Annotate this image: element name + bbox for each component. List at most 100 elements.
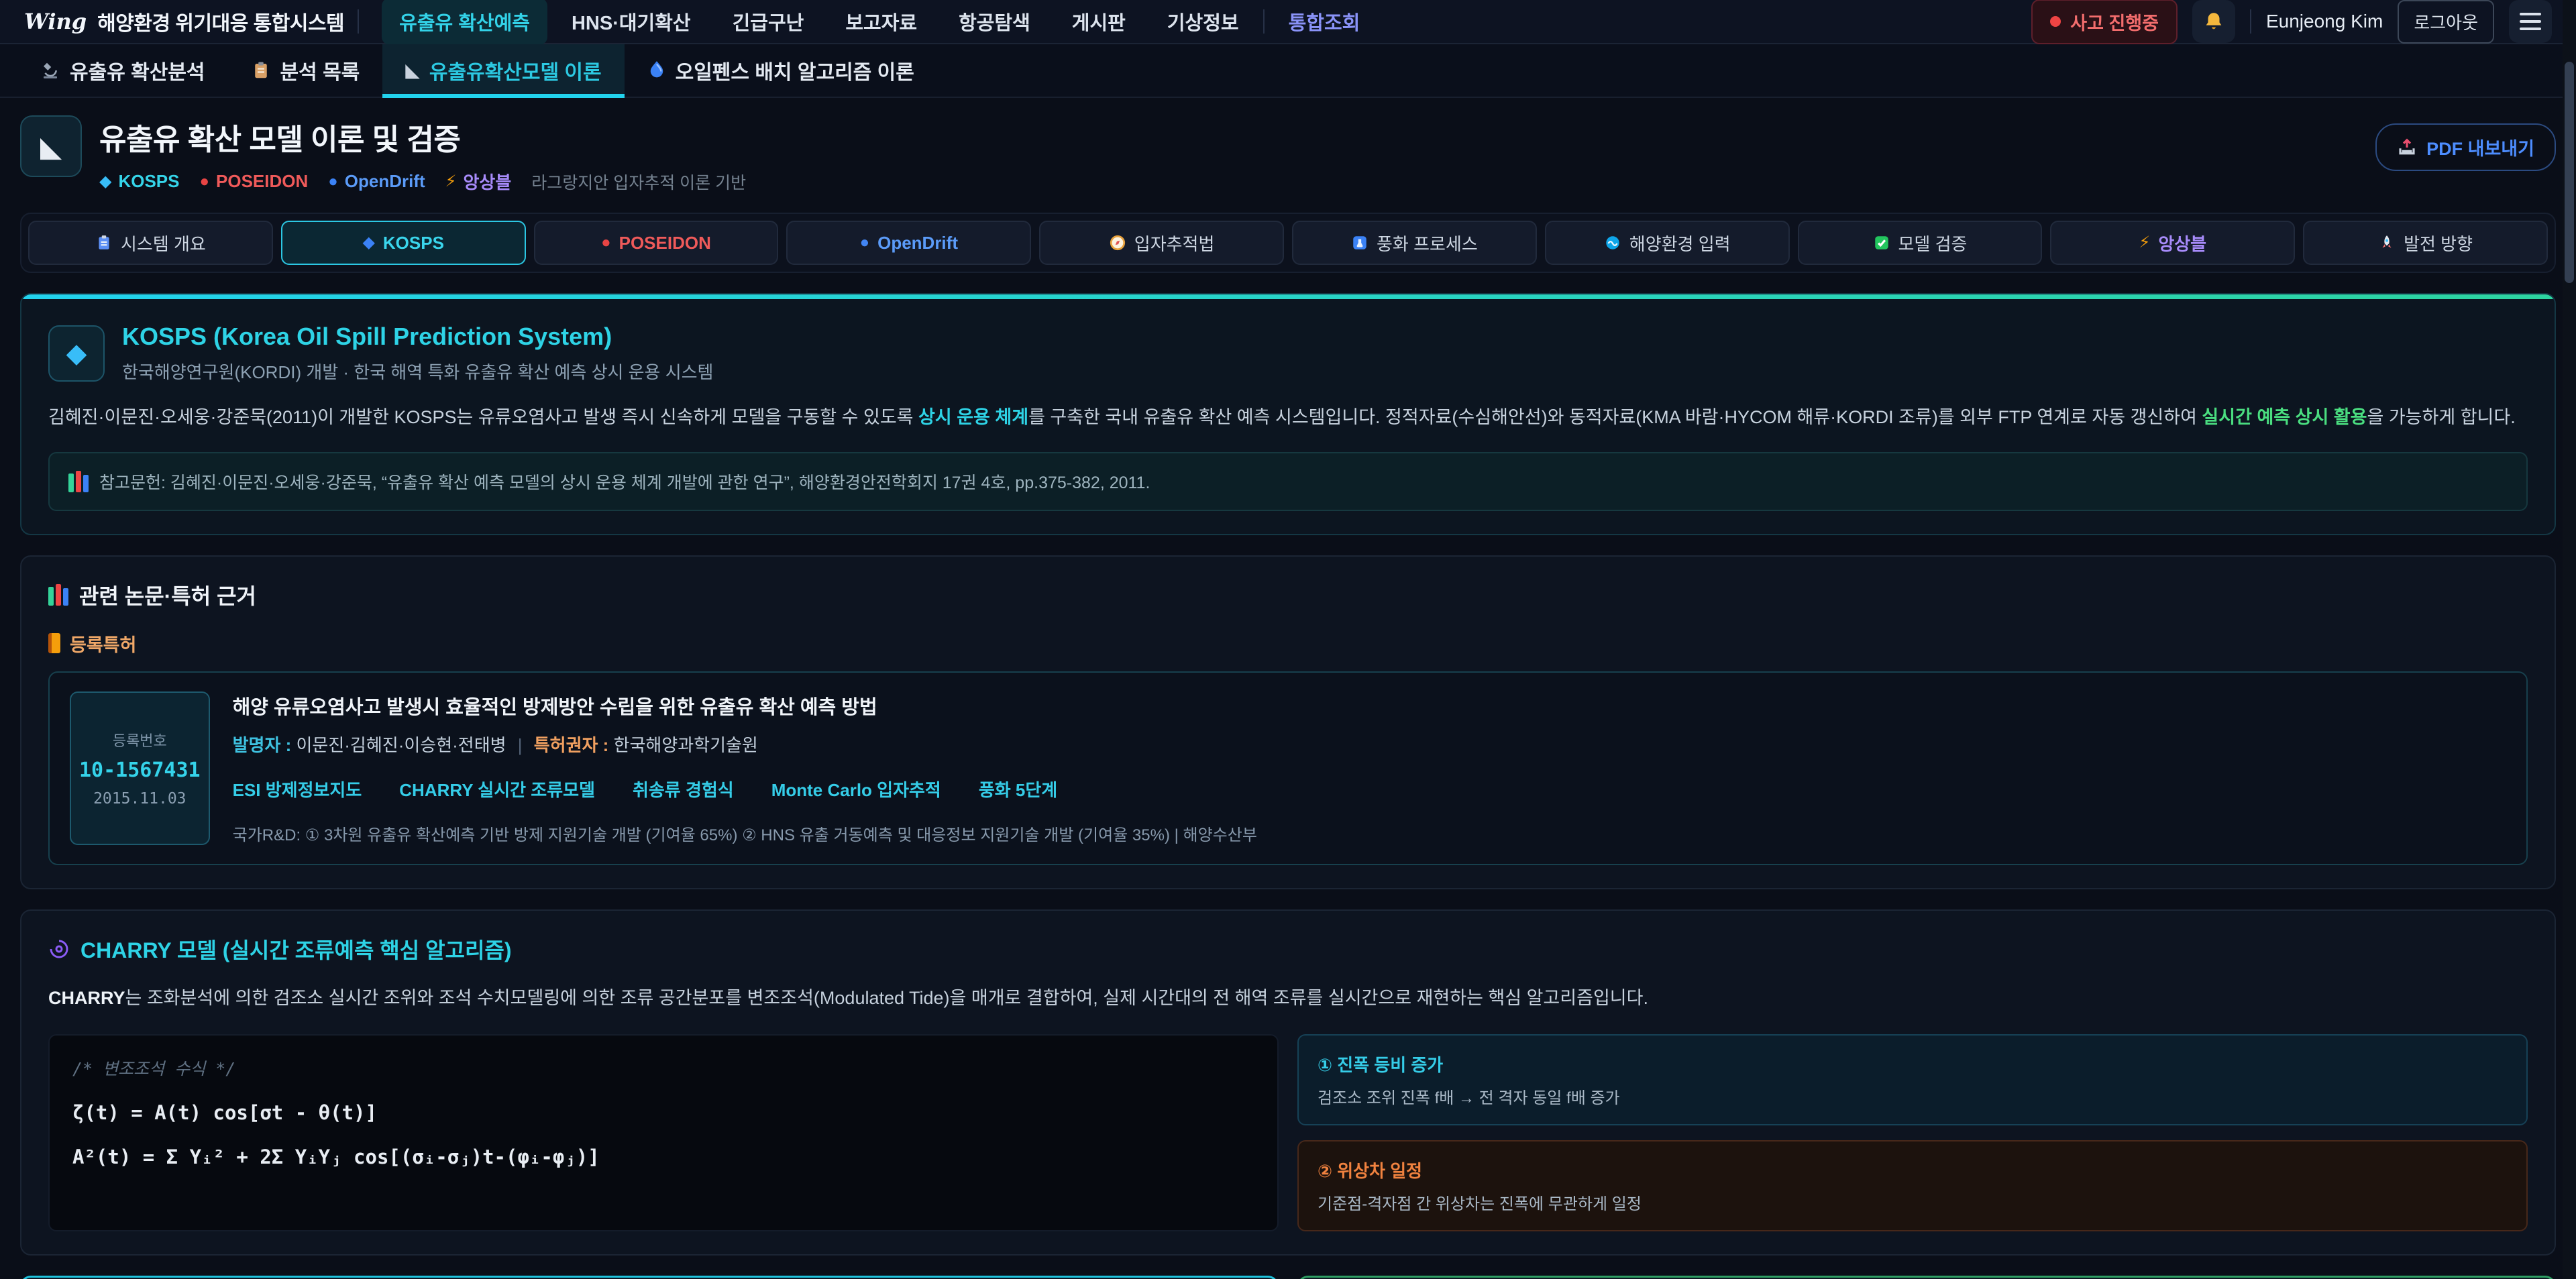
nav-emergency-rescue[interactable]: 긴급구난 xyxy=(715,0,822,45)
books-icon xyxy=(48,584,68,606)
tab-oil-fence-theory[interactable]: 오일펜스 배치 알고리즘 이론 xyxy=(625,44,937,97)
chip-model-validation[interactable]: 모델 검증 xyxy=(1798,221,2043,265)
amplitude-note: ① 진폭 등비 증가 검조소 조위 진폭 f배 → 전 격자 동일 f배 증가 xyxy=(1297,1034,2528,1125)
lightning-icon: ⚡ xyxy=(445,172,457,191)
modulated-tide-formula: /* 변조조석 수식 */ ζ(t) = A(t) cos[σt - θ(t)]… xyxy=(48,1034,1279,1231)
nav-hns-atmospheric[interactable]: HNS·대기확산 xyxy=(554,0,708,45)
logout-button[interactable]: 로그아웃 xyxy=(2398,0,2494,44)
nav-board[interactable]: 게시판 xyxy=(1055,0,1143,45)
badge-ensemble: ⚡앙상블 xyxy=(445,169,512,194)
wave-icon xyxy=(1604,234,1621,252)
rocket-icon xyxy=(2378,234,2396,252)
diamond-icon: ◆ xyxy=(362,235,374,251)
kosps-diamond-icon: ◆ xyxy=(48,325,105,382)
flask-icon xyxy=(1351,234,1368,252)
charry-notes: ① 진폭 등비 증가 검조소 조위 진폭 f배 → 전 격자 동일 f배 증가 … xyxy=(1297,1034,2528,1231)
registration-date: 2015.11.03 xyxy=(93,790,186,808)
spiral-icon xyxy=(48,938,70,960)
notification-bell-button[interactable] xyxy=(2192,0,2235,43)
compass-icon xyxy=(1109,234,1126,252)
patent-registration-box: 등록번호 10-1567431 2015.11.03 xyxy=(70,691,210,845)
model-badges: ◆KOSPS ●POSEIDON ●OpenDrift ⚡앙상블 라그랑지안 입… xyxy=(99,169,746,194)
page-title-icon: ◣ xyxy=(20,115,82,177)
chip-poseidon[interactable]: ● POSEIDON xyxy=(534,221,779,265)
incident-status-badge[interactable]: 사고 진행중 xyxy=(2031,0,2178,44)
badge-poseidon: ●POSEIDON xyxy=(200,171,309,192)
tag-wdc-formula[interactable]: 취송류 경험식 xyxy=(633,777,734,801)
clipboard-icon xyxy=(251,60,271,80)
nav-reports[interactable]: 보고자료 xyxy=(828,0,934,45)
kosps-section: ◆ KOSPS (Korea Oil Spill Prediction Syst… xyxy=(20,293,2556,535)
red-dot-icon: ● xyxy=(200,172,210,191)
chip-marine-env-input[interactable]: 해양환경 입력 xyxy=(1545,221,1790,265)
badge-note: 라그랑지안 입자추적 이론 기반 xyxy=(531,170,746,194)
charry-description: CHARRY는 조화분석에 의한 검조소 실시간 조위와 조석 수치모델링에 의… xyxy=(48,983,2528,1014)
app-root: Wing 해양환경 위기대응 통합시스템 유출유 확산예측 HNS·대기확산 긴… xyxy=(0,0,2576,1279)
patent-card: 등록번호 10-1567431 2015.11.03 해양 유류오염사고 발생시… xyxy=(48,671,2528,865)
oil-fence-icon xyxy=(647,60,666,80)
chip-particle-tracking[interactable]: 입자추적법 xyxy=(1039,221,1284,265)
orange-book-icon xyxy=(48,633,60,653)
diamond-icon: ◆ xyxy=(99,172,111,191)
divider xyxy=(1263,9,1265,34)
app-title: 해양환경 위기대응 통합시스템 xyxy=(97,7,344,36)
clipboard-icon xyxy=(95,234,113,252)
header-actions: 사고 진행중 Eunjeong Kim 로그아웃 xyxy=(2031,0,2552,44)
page-head: ◣ 유출유 확산 모델 이론 및 검증 ◆KOSPS ●POSEIDON ●Op… xyxy=(20,115,2556,194)
phase-note: ② 위상차 일정 기준점-격자점 간 위상차는 진폭에 무관하게 일정 xyxy=(1297,1140,2528,1231)
brand: Wing 해양환경 위기대응 통합시스템 xyxy=(24,7,344,36)
tag-esi-map[interactable]: ESI 방제정보지도 xyxy=(233,777,362,801)
registration-number: 10-1567431 xyxy=(79,759,201,782)
bell-icon xyxy=(2202,10,2225,33)
lightning-icon: ⚡ xyxy=(2139,235,2150,251)
incident-status-label: 사고 진행중 xyxy=(2070,9,2159,35)
export-icon xyxy=(2397,137,2417,158)
dynamic-input-section: 동적 입력자료 체계 바람·기온 KMA UM · ~12km · 2회/일 해… xyxy=(20,1276,1279,1279)
nav-aerial-search[interactable]: 항공탐색 xyxy=(941,0,1048,45)
tag-charry-model[interactable]: CHARRY 실시간 조류모델 xyxy=(399,777,595,801)
divider xyxy=(2250,9,2251,34)
nav-integrated-search[interactable]: 통합조회 xyxy=(1271,0,1378,45)
highlight-operating-system: 상시 운용 체계 xyxy=(918,407,1028,427)
chip-system-overview[interactable]: 시스템 개요 xyxy=(28,221,273,265)
kosps-title: KOSPS (Korea Oil Spill Prediction System… xyxy=(122,323,713,351)
pdf-export-button[interactable]: PDF 내보내기 xyxy=(2375,123,2556,171)
input-data-columns: 동적 입력자료 체계 바람·기온 KMA UM · ~12km · 2회/일 해… xyxy=(20,1276,2556,1279)
books-icon xyxy=(68,471,89,492)
tab-spill-model-theory[interactable]: ◣ 유출유확산모델 이론 xyxy=(382,44,624,97)
red-dot-icon: ● xyxy=(601,235,611,251)
highlight-realtime-use: 실시간 예측 상시 활용 xyxy=(2202,407,2367,427)
blue-dot-icon: ● xyxy=(328,172,338,191)
check-icon xyxy=(1873,234,1890,252)
top-header: Wing 해양환경 위기대응 통합시스템 유출유 확산예측 HNS·대기확산 긴… xyxy=(0,0,2576,44)
chip-kosps[interactable]: ◆ KOSPS xyxy=(281,221,526,265)
scrollbar-thumb[interactable] xyxy=(2565,62,2574,283)
nav-weather-info[interactable]: 기상정보 xyxy=(1150,0,1256,45)
registered-patent-label: 등록특허 xyxy=(48,630,2528,657)
badge-kosps: ◆KOSPS xyxy=(99,171,180,192)
sub-tabbar: 유출유 확산분석 분석 목록 ◣ 유출유확산모델 이론 오일펜스 배치 알고리즘… xyxy=(0,44,2576,98)
patent-title: 해양 유류오염사고 발생시 효율적인 방제방안 수립을 위한 유출유 확산 예측… xyxy=(233,691,1257,720)
tab-spill-analysis[interactable]: 유출유 확산분석 xyxy=(17,44,228,97)
charry-section: CHARRY 모델 (실시간 조류예측 핵심 알고리즘) CHARRY는 조화분… xyxy=(20,909,2556,1256)
red-dot-icon xyxy=(2050,16,2061,27)
registration-number-label: 등록번호 xyxy=(113,729,167,750)
microscope-icon xyxy=(40,60,60,80)
app-logo: Wing xyxy=(24,9,87,34)
tag-monte-carlo[interactable]: Monte Carlo 입자추적 xyxy=(771,777,941,801)
chip-opendrift[interactable]: ● OpenDrift xyxy=(786,221,1031,265)
chip-weathering-process[interactable]: 풍화 프로세스 xyxy=(1292,221,1537,265)
chip-future-direction[interactable]: 발전 방향 xyxy=(2303,221,2548,265)
chip-ensemble[interactable]: ⚡ 앙상블 xyxy=(2050,221,2295,265)
section-nav: 시스템 개요 ◆ KOSPS ● POSEIDON ● OpenDrift 입자… xyxy=(20,213,2556,273)
charry-title: CHARRY 모델 (실시간 조류예측 핵심 알고리즘) xyxy=(80,934,512,964)
menu-button[interactable] xyxy=(2509,0,2552,43)
user-name: Eunjeong Kim xyxy=(2266,11,2383,32)
divider xyxy=(358,9,359,34)
nav-oil-spill-prediction[interactable]: 유출유 확산예측 xyxy=(382,0,547,45)
tab-analysis-list[interactable]: 분석 목록 xyxy=(228,44,383,97)
page-scrollbar[interactable] xyxy=(2563,0,2576,1279)
papers-title: 관련 논문·특허 근거 xyxy=(79,579,256,610)
badge-opendrift: ●OpenDrift xyxy=(328,171,425,192)
tag-weathering-5[interactable]: 풍화 5단계 xyxy=(979,777,1057,801)
